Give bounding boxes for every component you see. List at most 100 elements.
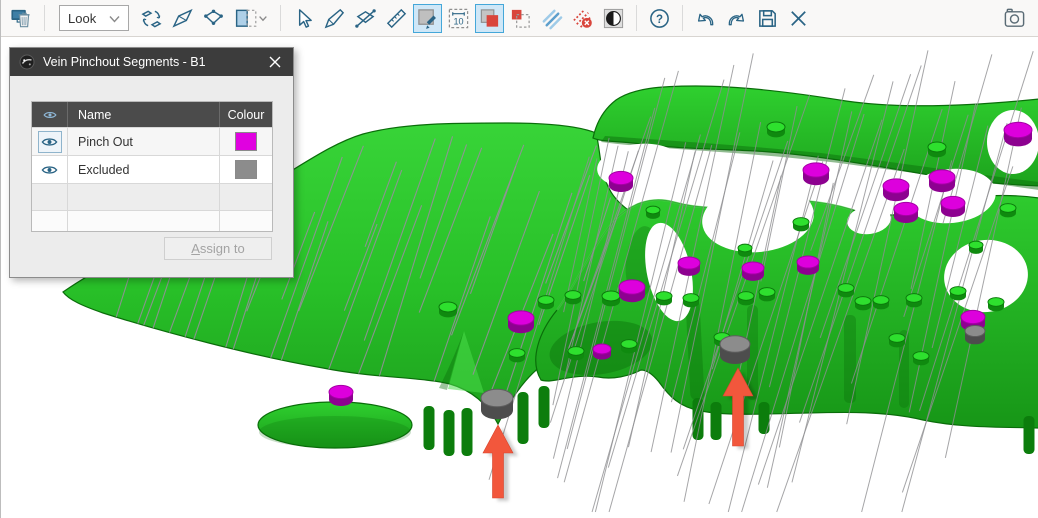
colour-swatch[interactable] xyxy=(235,160,257,179)
close-tool-button[interactable] xyxy=(784,4,813,33)
segment-name: Excluded xyxy=(68,156,220,183)
rotate-plane-icon xyxy=(140,7,163,30)
vein-leg xyxy=(518,392,529,444)
green-contact-marker xyxy=(855,297,871,311)
camera-icon xyxy=(1003,7,1026,30)
polyline-plane-icon xyxy=(202,7,225,30)
vein-leg xyxy=(539,386,550,428)
measure-button[interactable] xyxy=(382,4,411,33)
eye-icon xyxy=(41,136,58,148)
green-contact-marker xyxy=(889,334,905,348)
show-interval-selection-button[interactable] xyxy=(475,4,504,33)
table-row-pinch-out[interactable]: Pinch Out xyxy=(32,127,272,155)
interval-10-icon: 10 xyxy=(447,7,470,30)
draw-slicer-button[interactable] xyxy=(168,4,197,33)
slice-mode-button[interactable] xyxy=(230,4,272,33)
green-contact-marker xyxy=(1000,204,1016,218)
svg-text:10: 10 xyxy=(454,16,464,26)
pinch-out-marker xyxy=(929,170,955,192)
vein-leg xyxy=(424,406,435,450)
hatch-lines-icon xyxy=(540,7,563,30)
toolbar-separator xyxy=(280,5,281,31)
clear-scene-button[interactable] xyxy=(7,4,36,33)
green-contact-marker xyxy=(906,294,922,308)
hatch-button[interactable] xyxy=(537,4,566,33)
green-contact-marker xyxy=(913,352,929,366)
segments-table: Name Colour Pinch Out xyxy=(31,101,273,232)
visibility-toggle[interactable] xyxy=(39,160,61,180)
table-empty-row xyxy=(32,210,272,231)
green-contact-marker xyxy=(759,288,775,302)
edit-plane-button[interactable] xyxy=(351,4,380,33)
toolbar: Look 10? xyxy=(1,0,1038,37)
redo-button[interactable] xyxy=(722,4,751,33)
vein-leg xyxy=(1024,416,1035,454)
green-contact-marker xyxy=(738,244,752,257)
excluded-marker xyxy=(965,326,985,345)
interval-spacing-button[interactable]: 10 xyxy=(444,4,473,33)
select-button[interactable] xyxy=(289,4,318,33)
dialog-close-button[interactable] xyxy=(263,50,287,74)
save-button[interactable] xyxy=(753,4,782,33)
dialog-titlebar[interactable]: Vein Pinchout Segments - B1 xyxy=(10,48,293,76)
look-dropdown-label: Look xyxy=(68,11,96,26)
pinch-out-marker xyxy=(609,171,633,192)
pinch-out-marker xyxy=(941,196,965,217)
undo-button[interactable] xyxy=(691,4,720,33)
close-icon xyxy=(269,56,281,68)
green-contact-marker xyxy=(646,206,660,219)
pinch-out-marker xyxy=(619,280,645,302)
green-contact-marker xyxy=(602,291,620,306)
segment-name: Pinch Out xyxy=(68,128,220,155)
green-contact-marker xyxy=(928,142,946,157)
pinch-out-marker xyxy=(883,179,909,201)
green-contact-marker xyxy=(683,294,699,308)
contrast-button[interactable] xyxy=(599,4,628,33)
contrast-icon xyxy=(602,7,625,30)
look-dropdown[interactable]: Look xyxy=(59,5,129,31)
rotate-plane-button[interactable] xyxy=(137,4,166,33)
green-contact-marker xyxy=(538,296,554,310)
name-column-header: Name xyxy=(68,102,220,127)
visibility-toggle[interactable] xyxy=(38,131,62,153)
help-button[interactable]: ? xyxy=(645,4,674,33)
draw-polyline-button[interactable] xyxy=(320,4,349,33)
toolbar-separator xyxy=(636,5,637,31)
visibility-column-header[interactable] xyxy=(32,102,68,127)
vein-leg xyxy=(462,408,473,456)
save-icon xyxy=(756,7,779,30)
hatch-remove-icon xyxy=(571,7,594,30)
clear-scene-icon xyxy=(10,7,33,30)
vein-leg xyxy=(444,410,455,456)
screenshot-button[interactable] xyxy=(1000,4,1029,33)
remove-hatch-button[interactable] xyxy=(568,4,597,33)
eye-icon xyxy=(41,164,58,176)
red-gray-squares-icon xyxy=(478,7,501,30)
edit-polyline-button[interactable] xyxy=(199,4,228,33)
draw-on-surface-button[interactable] xyxy=(413,4,442,33)
ruler-icon xyxy=(385,7,408,30)
green-contact-marker xyxy=(509,349,525,363)
colour-column-header: Colour xyxy=(220,102,272,127)
green-contact-marker xyxy=(793,218,809,232)
close-x-icon xyxy=(787,7,810,30)
colour-swatch[interactable] xyxy=(235,132,257,151)
green-contact-marker xyxy=(439,302,457,317)
pinch-out-marker xyxy=(1004,122,1032,146)
green-contact-marker xyxy=(988,298,1004,312)
assign-to-button[interactable]: Assign to xyxy=(164,237,272,260)
table-header-row: Name Colour xyxy=(32,102,272,127)
table-row-excluded[interactable]: Excluded xyxy=(32,155,272,183)
pinch-out-marker xyxy=(678,257,700,276)
green-contact-marker xyxy=(767,122,785,137)
toolbar-separator xyxy=(682,5,683,31)
toolbar-items: Look 10? xyxy=(6,4,1030,33)
pinch-out-marker xyxy=(803,163,829,185)
select-intervals-button[interactable] xyxy=(506,4,535,33)
green-contact-marker xyxy=(873,296,889,310)
red-dashed-square-icon xyxy=(509,7,532,30)
dialog-icon xyxy=(19,54,35,70)
draw-surface-icon xyxy=(416,7,439,30)
green-contact-marker xyxy=(568,347,584,361)
vein-leg xyxy=(759,402,770,434)
